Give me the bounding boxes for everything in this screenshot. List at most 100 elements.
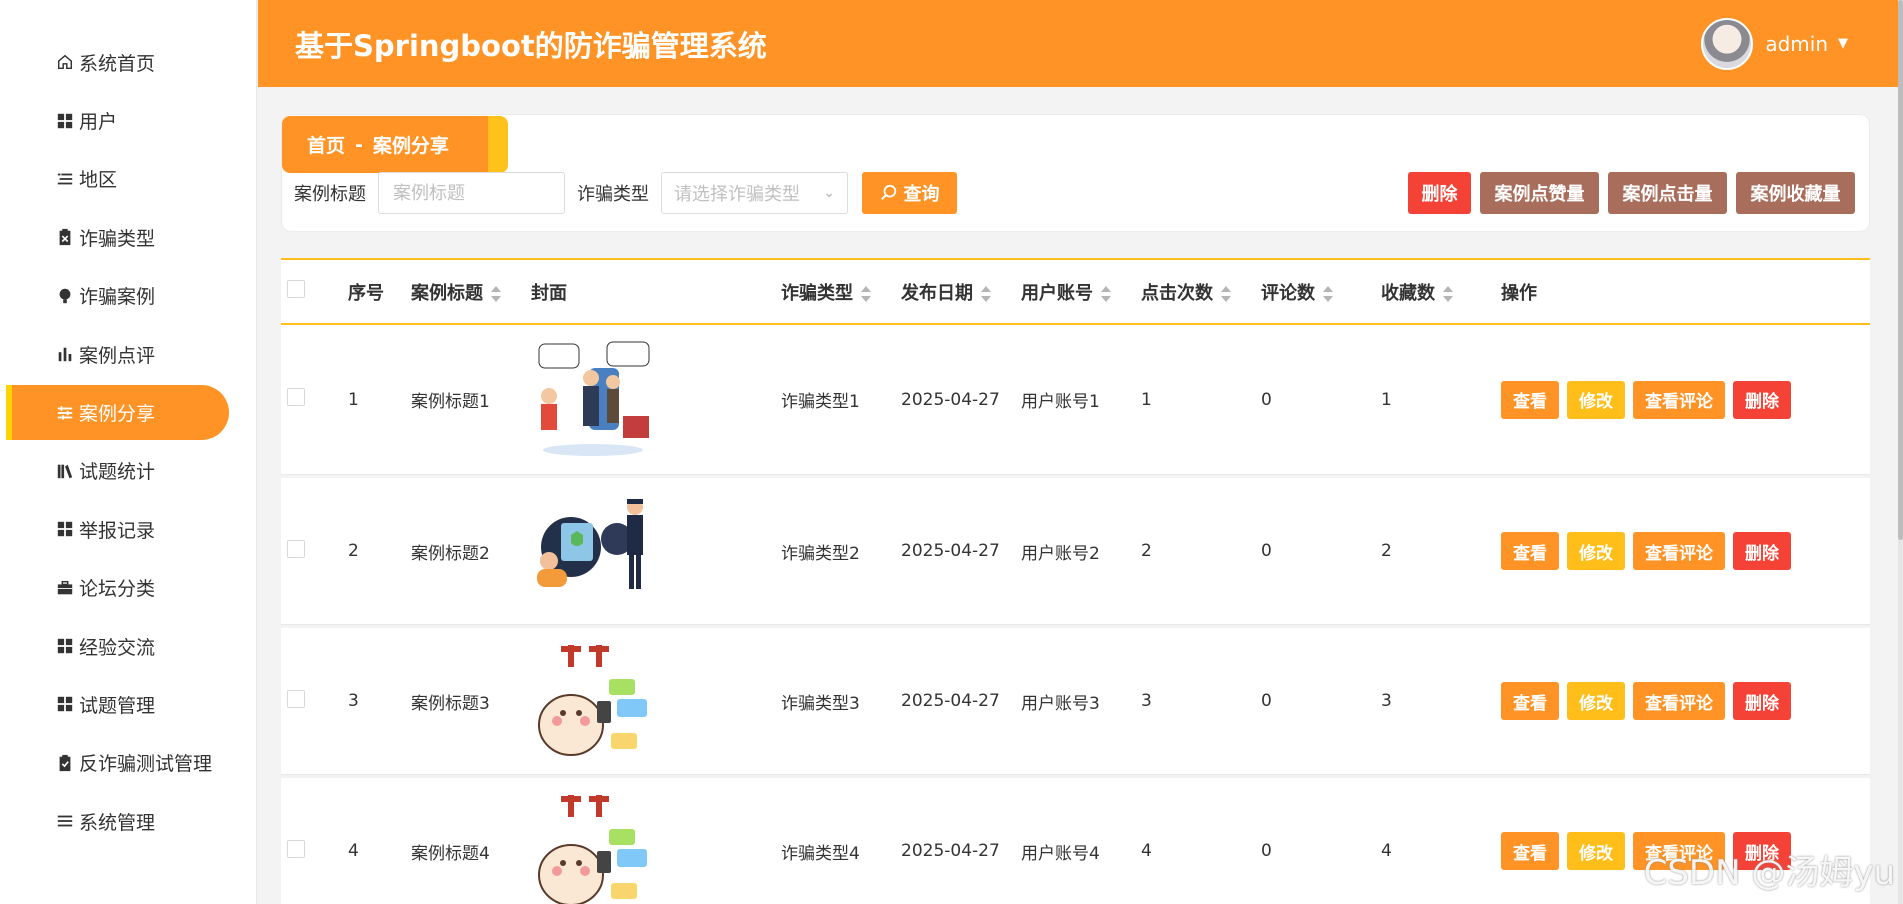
header-no: 序号: [348, 282, 384, 304]
cell-title: 案例标题2: [411, 543, 490, 564]
edit-button[interactable]: 修改: [1567, 832, 1625, 870]
sort-icon[interactable]: [1101, 285, 1111, 302]
fraud-type-select[interactable]: 请选择诈骗类型 ⌄: [661, 172, 848, 214]
sidebar-menu: 系统首页 用户 地区 诈骗类型 诈骗案例 案例点评 案例分享 试题统计 举报记录…: [0, 0, 256, 850]
header-date[interactable]: 发布日期: [901, 279, 1021, 305]
sliders-icon: [54, 402, 76, 424]
clipboard-check-icon: [54, 752, 76, 774]
header-comments[interactable]: 评论数: [1261, 279, 1381, 305]
user-menu[interactable]: admin ▼: [1701, 17, 1848, 70]
cell-type: 诈骗类型1: [781, 392, 860, 412]
header-clicks-label: 点击次数: [1141, 282, 1213, 304]
page-scrollbar[interactable]: [1898, 0, 1903, 904]
cover-image-police-officer[interactable]: [531, 489, 655, 613]
toolbar-actions: 删除 案例点赞量 案例点击量 案例收藏量: [1408, 172, 1855, 214]
sort-icon[interactable]: [491, 285, 501, 302]
case-clicks-button[interactable]: 案例点击量: [1608, 172, 1727, 214]
watermark: CSDN @汤姆yu: [1643, 853, 1895, 893]
view-button[interactable]: 查看: [1501, 532, 1559, 570]
caret-down-icon[interactable]: ▼: [1838, 36, 1848, 51]
sidebar: 系统首页 用户 地区 诈骗类型 诈骗案例 案例点评 案例分享 试题统计 举报记录…: [0, 0, 257, 904]
sidebar-item-fraud-case[interactable]: 诈骗案例: [0, 267, 256, 325]
edit-button[interactable]: 修改: [1567, 682, 1625, 720]
row-checkbox[interactable]: [287, 839, 305, 858]
row-checkbox[interactable]: [287, 388, 305, 406]
header-ops: 操作: [1501, 282, 1537, 304]
delete-button[interactable]: 删除: [1733, 682, 1791, 720]
edit-button[interactable]: 修改: [1567, 380, 1625, 419]
cell-clicks: 2: [1141, 541, 1152, 561]
sidebar-item-case-share[interactable]: 案例分享: [0, 383, 256, 441]
view-comments-button[interactable]: 查看评论: [1633, 532, 1725, 570]
scrollbar-thumb[interactable]: [1898, 0, 1903, 540]
header-favs[interactable]: 收藏数: [1381, 279, 1501, 305]
sidebar-item-reports[interactable]: 举报记录: [0, 500, 256, 558]
username[interactable]: admin: [1765, 32, 1828, 56]
breadcrumb-home[interactable]: 首页: [307, 131, 345, 158]
edit-button[interactable]: 修改: [1567, 532, 1625, 570]
sidebar-item-label: 反诈骗测试管理: [79, 753, 213, 776]
cell-favs: 2: [1381, 541, 1392, 561]
title-filter-label: 案例标题: [294, 184, 366, 205]
sidebar-item-label: 案例分享: [79, 403, 156, 426]
cell-type: 诈骗类型3: [781, 693, 860, 714]
cell-no: 1: [348, 389, 359, 410]
sidebar-item-test-manage[interactable]: 反诈骗测试管理: [0, 734, 256, 792]
sidebar-item-case-review[interactable]: 案例点评: [0, 325, 256, 383]
sidebar-item-system[interactable]: 系统管理: [0, 792, 256, 850]
sort-icon[interactable]: [1443, 285, 1453, 302]
sidebar-item-home[interactable]: 系统首页: [0, 33, 256, 91]
view-button[interactable]: 查看: [1501, 832, 1559, 870]
header-type[interactable]: 诈骗类型: [781, 279, 901, 305]
bulb-icon: [54, 285, 76, 307]
view-comments-button[interactable]: 查看评论: [1633, 380, 1725, 419]
delete-button[interactable]: 删除: [1733, 532, 1791, 570]
sort-icon[interactable]: [861, 285, 871, 302]
header-comments-label: 评论数: [1261, 282, 1315, 304]
case-likes-button[interactable]: 案例点赞量: [1480, 172, 1599, 214]
query-button[interactable]: 查询: [862, 172, 957, 214]
delete-button[interactable]: 删除: [1733, 380, 1791, 419]
briefcase-icon: [54, 577, 76, 599]
bulk-delete-button[interactable]: 删除: [1408, 172, 1471, 214]
sidebar-item-quiz-manage[interactable]: 试题管理: [0, 675, 256, 733]
row-checkbox[interactable]: [287, 539, 305, 558]
sort-icon[interactable]: [981, 285, 991, 302]
header-favs-label: 收藏数: [1381, 282, 1435, 304]
header-clicks[interactable]: 点击次数: [1141, 279, 1261, 305]
cover-image-alert-bunny[interactable]: [531, 639, 655, 763]
cell-cover: [531, 789, 781, 904]
grid-icon: [54, 110, 76, 132]
header-user[interactable]: 用户账号: [1021, 279, 1141, 305]
sidebar-item-forum-category[interactable]: 论坛分类: [0, 559, 256, 617]
cover-image-scam-people[interactable]: [531, 337, 655, 462]
search-panel: 首页 - 案例分享 案例标题 诈骗类型 请选择诈骗类型 ⌄ 查询 删除 案例点赞…: [281, 114, 1870, 232]
app-title: 基于Springboot的防诈骗管理系统: [295, 28, 767, 63]
cell-favs: 4: [1381, 841, 1392, 861]
row-select-cell: [281, 839, 348, 863]
title-search-input[interactable]: [378, 172, 565, 214]
sort-icon[interactable]: [1323, 285, 1333, 302]
view-comments-button[interactable]: 查看评论: [1633, 682, 1725, 720]
case-favorites-button[interactable]: 案例收藏量: [1736, 172, 1855, 214]
header-user-label: 用户账号: [1021, 282, 1093, 304]
view-button[interactable]: 查看: [1501, 380, 1559, 419]
cell-title: 案例标题4: [411, 843, 490, 864]
cell-no: 4: [348, 841, 359, 861]
table-row: 2 案例标题2 诈骗类型2 2025-04-27 用户账号2 2 0 2 查看 …: [281, 475, 1870, 625]
avatar[interactable]: [1701, 17, 1754, 70]
sort-icon[interactable]: [1221, 285, 1231, 302]
sidebar-item-users[interactable]: 用户: [0, 91, 256, 149]
view-button[interactable]: 查看: [1501, 682, 1559, 720]
sidebar-item-region[interactable]: 地区: [0, 150, 256, 208]
row-checkbox[interactable]: [287, 689, 305, 708]
breadcrumb-current: 案例分享: [372, 135, 449, 157]
cover-image-alert-bunny[interactable]: [531, 789, 655, 904]
sidebar-item-quiz-stats[interactable]: 试题统计: [0, 442, 256, 500]
cell-favs: 1: [1381, 389, 1392, 410]
select-all-checkbox[interactable]: [287, 280, 305, 298]
row-select-cell: [281, 388, 348, 411]
sidebar-item-fraud-type[interactable]: 诈骗类型: [0, 208, 256, 266]
header-title[interactable]: 案例标题: [411, 279, 531, 305]
sidebar-item-experience[interactable]: 经验交流: [0, 617, 256, 675]
